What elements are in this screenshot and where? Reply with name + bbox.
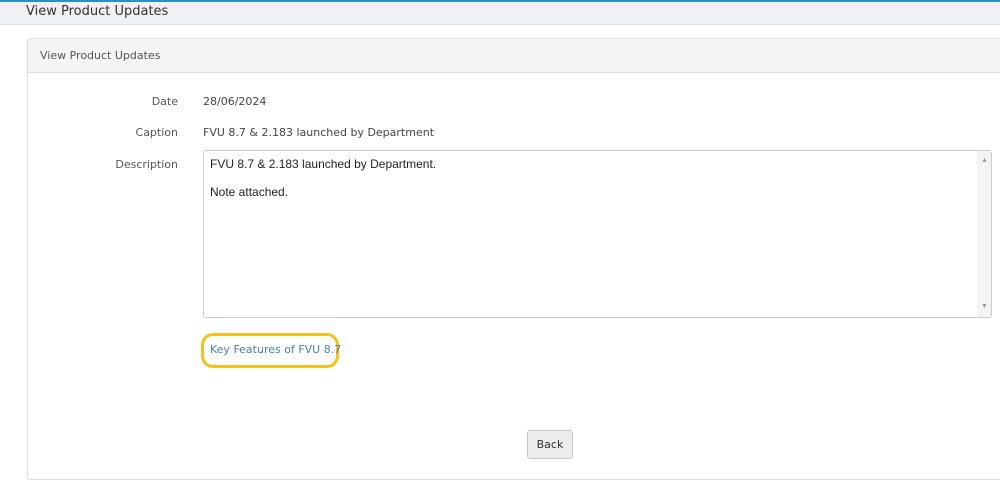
- key-features-link[interactable]: Key Features of FVU 8.7: [210, 343, 341, 356]
- caption-value: FVU 8.7 & 2.183 launched by Department: [203, 126, 435, 139]
- page-title: View Product Updates: [26, 4, 169, 19]
- product-update-panel: View Product Updates Date 28/06/2024 Cap…: [27, 38, 1000, 480]
- scrollbar[interactable]: ▲ ▼: [977, 151, 991, 317]
- date-value: 28/06/2024: [203, 95, 267, 108]
- description-label: Description: [115, 158, 178, 171]
- panel-header: View Product Updates: [28, 39, 1000, 73]
- date-label: Date: [151, 95, 178, 108]
- panel-title: View Product Updates: [40, 49, 161, 62]
- page-header: View Product Updates: [0, 2, 1000, 25]
- description-textarea[interactable]: FVU 8.7 & 2.183 launched by Department. …: [203, 150, 992, 318]
- back-button[interactable]: Back: [527, 430, 573, 459]
- description-text: FVU 8.7 & 2.183 launched by Department. …: [210, 157, 437, 199]
- scroll-down-icon[interactable]: ▼: [981, 300, 988, 314]
- scroll-up-icon[interactable]: ▲: [981, 154, 988, 168]
- caption-label: Caption: [135, 126, 178, 139]
